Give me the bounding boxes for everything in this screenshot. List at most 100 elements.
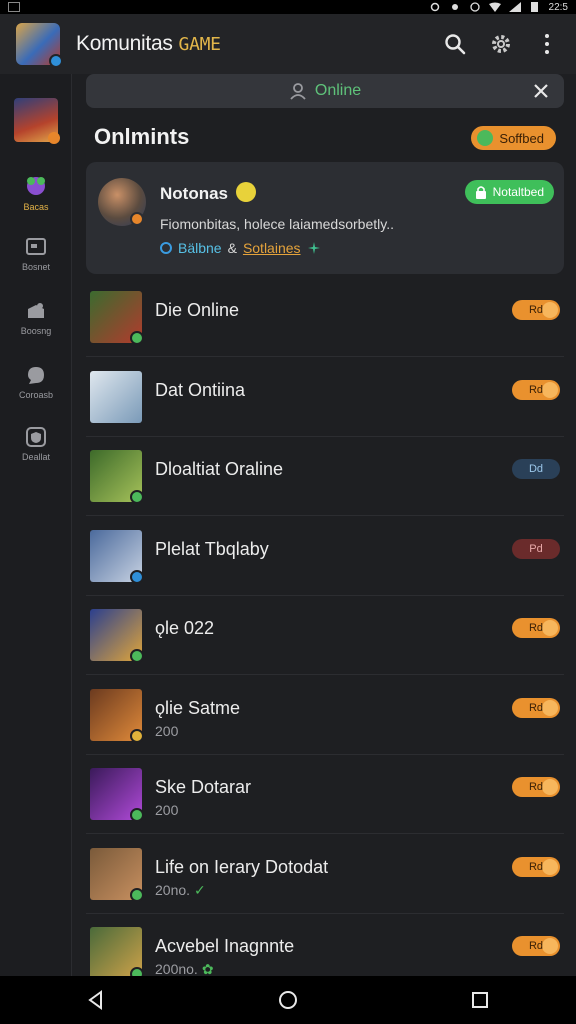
verified-icon: [130, 331, 144, 345]
meta-tag-1[interactable]: Bälbne: [178, 240, 222, 256]
toggle-label: Rd: [528, 860, 544, 873]
toggle-label: Rd: [528, 622, 544, 634]
sidebar-item-bacas[interactable]: Bacas: [0, 172, 72, 212]
list-item-count: 20no.: [155, 881, 191, 898]
verified-icon: [130, 649, 144, 663]
wifi-icon: [488, 2, 501, 12]
gear-icon: [492, 35, 510, 53]
vpn-icon: [430, 2, 439, 12]
status-bar: 22:5: [0, 0, 576, 14]
navigation-bar: [0, 976, 576, 1024]
filter-pill-label: Soffbed: [499, 130, 544, 146]
close-icon[interactable]: [530, 80, 552, 102]
status-dot: [48, 132, 60, 144]
sidebar: Bacas Bosnet Boosng Coroasb Deallat: [0, 74, 72, 976]
settings-button[interactable]: [488, 31, 514, 57]
more-vertical-icon: [545, 34, 549, 54]
app-title-accent: GAME: [178, 34, 221, 55]
verified-icon: [130, 887, 144, 902]
toggle-switch[interactable]: Rd: [512, 697, 560, 718]
game-thumb-icon: [14, 98, 60, 144]
list-item-subtitle: 20no. ✓: [155, 882, 206, 899]
list-item-count: 200: [155, 802, 179, 818]
sidebar-item-label: Boosng: [20, 326, 52, 336]
list-item[interactable]: ǫlie Satme 200 Rd: [86, 675, 564, 755]
sidebar-item-boosng[interactable]: Boosng: [0, 300, 72, 336]
shield-icon: [26, 427, 46, 447]
sidebar-item-game[interactable]: [0, 98, 72, 144]
toggle-switch[interactable]: Rd: [512, 777, 560, 797]
list-item-title: ǫle 022: [155, 618, 215, 638]
sidebar-item-bosnet[interactable]: Bosnet: [0, 236, 72, 272]
alarm-icon: [469, 2, 480, 12]
verified-icon: [130, 490, 144, 504]
meta-tag-2[interactable]: Sotlaines: [243, 240, 301, 256]
sidebar-item-label: Bacas: [23, 202, 49, 212]
list-item[interactable]: Dloaltiat Oraline Dd: [86, 436, 564, 516]
list-item-subtitle: 200: [155, 723, 178, 739]
signal-icon: [508, 2, 521, 12]
list-item[interactable]: Die Online Rd: [86, 277, 564, 357]
toggle-switch[interactable]: Dd: [512, 459, 560, 479]
blob-icon: [27, 177, 45, 195]
status-badge-label: Notaltbed: [492, 185, 544, 199]
list-item[interactable]: Dat Ontiina Rd: [86, 357, 564, 437]
back-icon[interactable]: [86, 990, 106, 1010]
online-ring-icon: [160, 242, 172, 254]
search-bar[interactable]: Online: [86, 74, 564, 108]
more-menu-button[interactable]: [534, 31, 560, 57]
toggle-label: Rd: [528, 383, 544, 396]
emoji-icon: [236, 182, 256, 202]
sidebar-item-deallat[interactable]: Deallat: [0, 426, 72, 462]
verified-icon: [130, 808, 144, 822]
app-logo[interactable]: [16, 23, 63, 68]
list-item-title: Dloaltiat Oraline: [155, 459, 284, 479]
list-item-title: Die Online: [155, 300, 240, 320]
list-item[interactable]: ǫle 022 Rd: [86, 595, 564, 675]
featured-card[interactable]: Notonas Notaltbed Fiomonbitas, holece la…: [86, 162, 564, 274]
toggle-switch[interactable]: Rd: [512, 300, 560, 320]
list-item-title: Plelat Tbqlaby: [155, 538, 269, 559]
list-item[interactable]: Ske Dotarar 200 Rd: [86, 754, 564, 834]
verified-icon: [130, 569, 144, 584]
toggle-label: Pd: [529, 542, 543, 555]
filter-pill[interactable]: Soffbed: [471, 126, 556, 150]
status-time: 22:5: [548, 1, 568, 13]
status-badge[interactable]: Notaltbed: [464, 180, 554, 204]
recents-icon[interactable]: [470, 990, 490, 1010]
app-title-text: Komunitas: [76, 32, 173, 55]
list-item-count: 200: [155, 722, 179, 739]
search-button[interactable]: [442, 31, 468, 57]
list-item-subtitle: 200: [155, 802, 178, 818]
meta-separator: &: [227, 240, 237, 256]
verified-icon: [49, 54, 63, 68]
check-icon: [477, 130, 494, 146]
list-item-title: Dat Ontiina: [155, 379, 246, 400]
toggle-switch[interactable]: Rd: [512, 379, 560, 400]
home-icon[interactable]: [277, 989, 299, 1011]
list-item-title: ǫlie Satme: [155, 697, 241, 718]
toggle-label: Dd: [528, 463, 544, 475]
list-item[interactable]: Life on Ierary Dotodat 20no. ✓ Rd: [86, 834, 564, 914]
app-title: Komunitas GAME: [76, 32, 221, 56]
sidebar-item-label: Deallat: [21, 452, 50, 462]
sidebar-item-coroasb[interactable]: Coroasb: [0, 364, 72, 400]
toggle-switch[interactable]: Rd: [512, 618, 560, 638]
search-input[interactable]: Online: [315, 82, 361, 100]
toggle-switch[interactable]: Rd: [512, 936, 560, 956]
list-item-count: 200no.: [155, 961, 198, 977]
toggle-switch[interactable]: Rd: [512, 856, 560, 877]
list-item-mark-icon: ✓: [194, 881, 206, 898]
app-bar: Komunitas GAME: [0, 14, 576, 74]
toggle-label: Rd: [528, 304, 544, 316]
list-item[interactable]: Plelat Tbqlaby Pd: [86, 516, 564, 596]
toggle-label: Rd: [528, 940, 544, 952]
chat-icon: [28, 367, 44, 384]
box-icon: [26, 238, 46, 255]
toggle-label: Rd: [528, 701, 544, 714]
lock-icon: [475, 186, 486, 199]
notification-icon: [8, 2, 20, 12]
featured-description: Fiomonbitas, holece laiamedsorbetly..: [160, 216, 394, 232]
toggle-switch[interactable]: Pd: [512, 538, 560, 559]
sidebar-item-label: Bosnet: [21, 262, 51, 272]
